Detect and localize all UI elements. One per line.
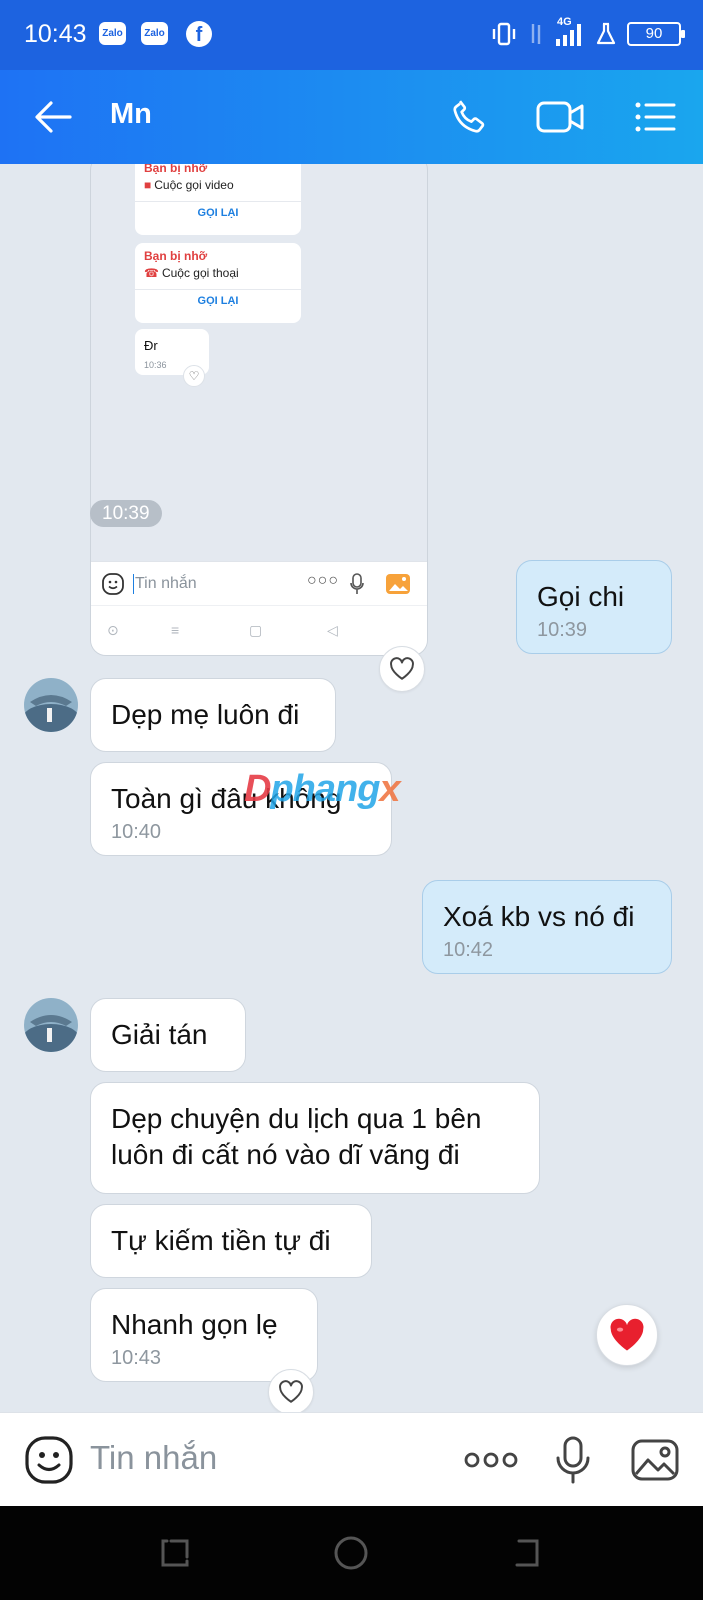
sticker-button[interactable] <box>20 1431 78 1489</box>
screenshot-message-time: 10:36 <box>144 360 167 370</box>
screenshot-input-placeholder: Tin nhắn <box>135 575 197 592</box>
menu-button[interactable] <box>628 90 682 144</box>
image-gallery-icon <box>386 574 410 594</box>
image-gallery-icon <box>631 1439 679 1481</box>
sent-message-bubble[interactable]: Gọi chi 10:39 <box>516 560 672 654</box>
message-time: 10:43 <box>111 1347 162 1369</box>
missed-video-call-card: Bạn bị nhỡ ■ Cuộc gọi video GỌI LẠI <box>135 164 301 235</box>
video-call-button[interactable] <box>534 90 588 144</box>
message-text: Dẹp mẹ luôn đi <box>111 699 300 730</box>
recent-apps-button[interactable] <box>152 1530 198 1576</box>
send-image-button[interactable] <box>626 1431 684 1489</box>
message-text: Tự kiếm tiền tự đi <box>111 1225 331 1256</box>
received-message-bubble[interactable]: Giải tán <box>90 998 246 1072</box>
time-divider: 10:39 <box>90 500 162 527</box>
heart-outline-icon <box>390 657 414 680</box>
contact-avatar[interactable] <box>24 678 78 732</box>
list-menu-icon <box>635 102 676 132</box>
phone-icon <box>453 100 485 133</box>
nav-back-icon: ◁ <box>327 622 338 638</box>
message-text: Dẹp chuyện du lịch qua 1 bên luôn đi cất… <box>111 1103 482 1170</box>
message-input-bar: Tin nhắn <box>0 1412 703 1506</box>
received-message-bubble[interactable]: Dẹp mẹ luôn đi <box>90 678 336 752</box>
red-heart-icon <box>610 1318 644 1351</box>
more-dots-icon: ○○○ <box>307 572 339 589</box>
message-text: Giải tán <box>111 1019 208 1050</box>
recent-apps-icon <box>161 1539 189 1567</box>
message-input[interactable]: Tin nhắn <box>90 1439 217 1477</box>
watermark-logo: Dphangx <box>244 768 401 810</box>
heart-outline-icon: ♡ <box>183 365 205 387</box>
missed-call-subtitle: ■ Cuộc gọi video <box>144 178 234 192</box>
call-back-label: GỌI LẠI <box>197 295 239 307</box>
battery-indicator: 90 <box>627 22 685 46</box>
status-bar: 10:43 Zalo Zalo f 4G 90 <box>0 0 703 70</box>
sticker-icon <box>102 573 124 595</box>
quick-heart-reaction-button[interactable] <box>596 1304 658 1366</box>
message-text: Xoá kb vs nó đi <box>443 901 635 932</box>
video-camera-icon <box>536 101 584 133</box>
phone-missed-icon: ☎ <box>144 266 159 280</box>
screenshot-message-text: Đr <box>144 338 158 353</box>
shared-screenshot-image[interactable]: Bạn bị nhỡ ■ Cuộc gọi video GỌI LẠI Bạn b… <box>90 164 428 656</box>
received-message-bubble[interactable]: Nhanh gọn lẹ 10:43 <box>90 1288 318 1382</box>
back-button[interactable] <box>26 90 80 144</box>
missed-call-title: Bạn bị nhỡ <box>144 249 208 263</box>
more-dots-icon <box>464 1452 518 1468</box>
chat-area[interactable]: Bạn bị nhỡ ■ Cuộc gọi video GỌI LẠI Bạn b… <box>0 164 703 1412</box>
more-options-button[interactable] <box>462 1431 520 1489</box>
nav-circle-icon: ⊙ <box>107 622 119 638</box>
nav-menu-icon: ≡ <box>171 622 180 638</box>
data-transfer-icon <box>531 24 541 44</box>
chat-header: Mn <box>0 70 703 164</box>
heart-outline-icon <box>279 1380 303 1403</box>
message-time: 10:40 <box>111 821 162 843</box>
sent-message-bubble[interactable]: Xoá kb vs nó đi 10:42 <box>422 880 672 974</box>
missed-call-title: Bạn bị nhỡ <box>144 164 208 175</box>
signal-icon: 4G <box>555 16 585 48</box>
reaction-button[interactable] <box>268 1369 314 1412</box>
contact-avatar[interactable] <box>24 998 78 1052</box>
missed-call-subtitle: ☎ Cuộc gọi thoại <box>144 266 239 280</box>
sticker-icon <box>25 1436 73 1484</box>
back-nav-button[interactable] <box>504 1530 550 1576</box>
chat-title[interactable]: Mn <box>110 98 152 131</box>
nav-square-icon: ▢ <box>249 622 263 638</box>
call-back-label: GỌI LẠI <box>197 207 239 219</box>
voice-message-button[interactable] <box>544 1431 602 1489</box>
video-call-icon: ■ <box>144 178 152 192</box>
received-message-bubble[interactable]: Dẹp chuyện du lịch qua 1 bên luôn đi cất… <box>90 1082 540 1194</box>
received-message-bubble[interactable]: Tự kiếm tiền tự đi <box>90 1204 372 1278</box>
message-time: 10:39 <box>537 619 588 641</box>
zalo-notification-icon: Zalo <box>99 22 126 45</box>
voice-call-button[interactable] <box>442 90 496 144</box>
zalo-notification-icon-2: Zalo <box>141 22 168 45</box>
microphone-icon <box>556 1436 590 1484</box>
reaction-button[interactable] <box>379 646 425 692</box>
message-text: Nhanh gọn lẹ <box>111 1309 278 1340</box>
screenshot-input-bar: Tin nhắn ○○○ <box>91 561 427 605</box>
lab-flask-icon <box>596 22 616 45</box>
vibrate-icon <box>492 22 516 46</box>
microphone-icon <box>350 573 364 594</box>
home-button[interactable] <box>328 1530 374 1576</box>
back-nav-icon <box>515 1539 539 1567</box>
system-nav-bar <box>0 1506 703 1600</box>
message-text: Gọi chi <box>537 581 625 612</box>
message-time: 10:42 <box>443 939 494 961</box>
facebook-notification-icon: f <box>186 21 212 47</box>
missed-voice-call-card: Bạn bị nhỡ ☎ Cuộc gọi thoại GỌI LẠI <box>135 243 301 323</box>
status-time: 10:43 <box>24 20 87 48</box>
arrow-left-icon <box>35 101 72 133</box>
screenshot-nav-bar: ⊙ ≡ ▢ ◁ <box>91 605 427 655</box>
home-circle-icon <box>334 1536 368 1570</box>
